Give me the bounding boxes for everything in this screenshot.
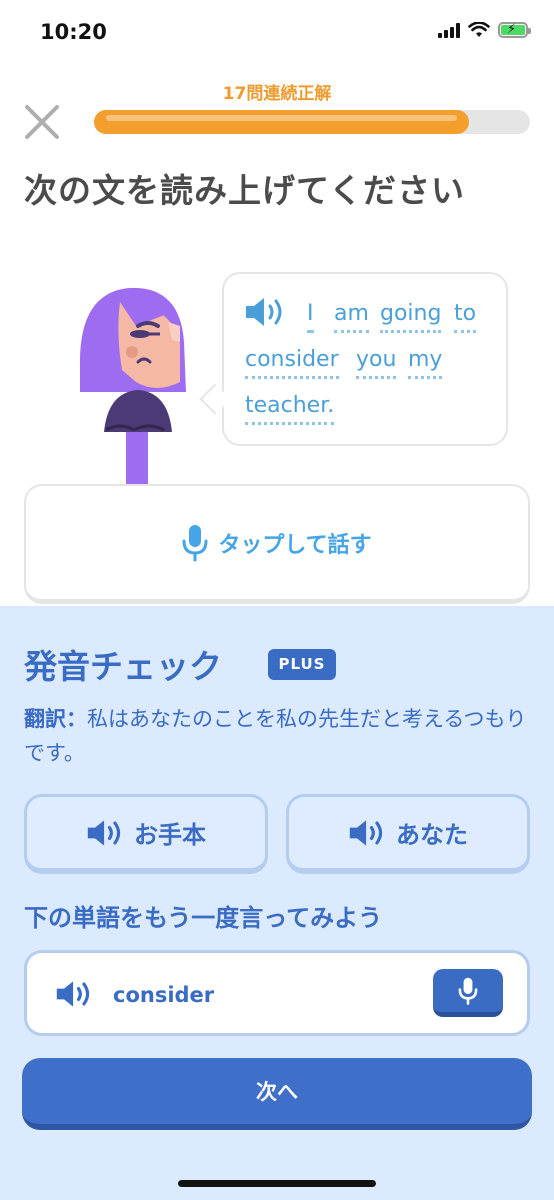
prompt-word[interactable]: you [356,346,397,379]
close-icon [25,105,59,139]
speaker-icon[interactable] [55,979,93,1009]
retry-word-row: consider [24,950,530,1036]
status-bar: 10:20 ⚡ [0,0,554,66]
translation-body: 私はあなたのことを私の先生だと考えるつもりです。 [24,707,527,765]
close-button[interactable] [22,102,62,142]
status-time: 10:20 [40,20,107,44]
tap-to-speak-label: タップして話す [218,532,372,558]
character-illustration [79,287,186,484]
progress-fill [94,110,469,134]
translation-label: 翻訳： [24,707,87,731]
home-indicator [178,1180,376,1187]
prompt-word[interactable]: I [307,300,314,333]
panel-title: 発音チェック [24,647,222,686]
speaker-icon [87,819,121,846]
retry-heading: 下の単語をもう一度言ってみよう [24,904,383,932]
next-button-label: 次へ [256,1080,298,1104]
record-word-button[interactable] [433,969,503,1017]
microphone-icon [458,977,478,1005]
prompt-word[interactable]: am [334,300,369,333]
your-audio-label: あなた [396,821,468,849]
instruction-title: 次の文を読み上げてください [24,171,466,210]
progress-bar [94,110,530,134]
progress-shine [106,115,457,121]
prompt-word[interactable]: to [454,300,477,333]
speaker-icon[interactable] [244,296,286,328]
streak-label: 17問連続正解 [222,84,332,104]
prompt-word[interactable]: teacher. [245,392,335,425]
model-audio-label: お手本 [134,821,206,849]
signal-icon [438,22,460,38]
plus-badge: PLUS [268,649,336,680]
speaker-icon [349,819,383,846]
model-audio-button[interactable]: お手本 [24,794,268,874]
prompt-word[interactable]: my [408,346,443,379]
tap-to-speak-button[interactable]: タップして話す [24,484,530,604]
microphone-icon [182,524,208,561]
battery-charging-icon: ⚡ [498,22,531,38]
status-icons: ⚡ [438,22,531,38]
prompt-word[interactable]: consider [245,346,339,379]
wifi-icon [468,22,490,37]
your-audio-button[interactable]: あなた [286,794,530,874]
translation-text: 翻訳：私はあなたのことを私の先生だと考えるつもりです。 [24,702,534,770]
retry-word: consider [113,983,215,1007]
next-button[interactable]: 次へ [22,1058,532,1130]
prompt-word[interactable]: going [380,300,442,333]
